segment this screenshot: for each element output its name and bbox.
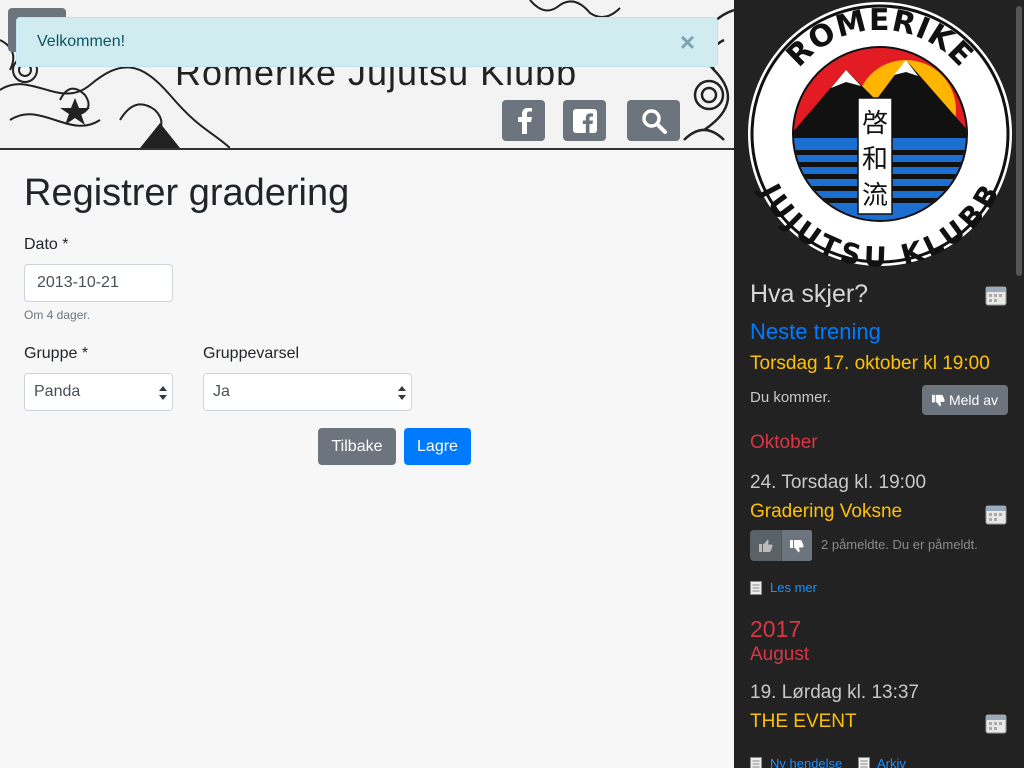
facebook-group-button[interactable] [563,100,606,141]
next-training-time: Torsdag 17. oktober kl 19:00 [750,353,990,374]
archive-link[interactable]: Arkiv [877,756,906,768]
month-heading-august: August [750,644,810,665]
thumbs-down-icon [790,539,804,552]
read-more-link[interactable]: Les mer [770,580,817,595]
date-label: Dato * [24,236,69,253]
date-help-text: Om 4 dager. [24,308,91,322]
search-button[interactable] [627,100,680,141]
facebook-button[interactable] [502,100,545,141]
attending-status: Du kommer. [750,389,831,406]
welcome-alert: Velkommen! × [16,17,718,67]
notify-selected-value: Ja [213,383,230,400]
group-select[interactable]: Panda [24,373,173,411]
document-icon [858,757,870,768]
calendar-icon[interactable] [985,284,1007,306]
date-value: 2013-10-21 [37,274,119,291]
select-arrows-icon [159,386,167,400]
club-logo: 啓 和 流 ROMERIKE JUJUTSU KLUBB [748,2,1012,268]
event-title[interactable]: THE EVENT [750,711,857,733]
new-event-link[interactable]: Ny hendelse [770,756,842,768]
document-icon [750,757,762,768]
sidebar-scrollbar[interactable] [1016,6,1022,276]
event-date: 24. Torsdag kl. 19:00 [750,472,927,493]
attendance-button-group [750,530,813,561]
attend-button[interactable] [750,530,781,561]
year-heading: 2017 [750,616,802,642]
alert-message: Velkommen! [37,33,126,50]
notify-select[interactable]: Ja [203,373,412,411]
group-label: Gruppe * [24,345,89,362]
facebook-square-icon [572,108,597,133]
thumbs-down-icon [931,394,945,406]
logo-kanji-3: 流 [862,181,888,211]
save-button[interactable]: Lagre [404,428,471,465]
notify-label: Gruppevarsel [203,345,300,362]
calendar-icon[interactable] [985,503,1007,525]
calendar-icon[interactable] [985,712,1007,734]
event-date: 19. Lørdag kl. 13:37 [750,682,919,703]
main-content: Registrer gradering Dato * 2013-10-21 Om… [0,150,734,768]
unregister-label: Meld av [948,392,999,408]
logo-kanji-1: 啓 [862,109,888,139]
page-title: Registrer gradering [24,172,350,214]
decline-button[interactable] [781,530,812,561]
month-heading-october: Oktober [750,432,818,453]
select-arrows-icon [398,386,406,400]
sidebar: 啓 和 流 ROMERIKE JUJUTSU KLUBB Hva skjer? … [734,0,1024,768]
unregister-button[interactable]: Meld av [922,385,1008,415]
group-selected-value: Panda [34,383,81,400]
event-title[interactable]: Gradering Voksne [750,501,902,523]
logo-kanji-2: 和 [862,145,888,175]
back-button[interactable]: Tilbake [318,428,396,465]
next-training-label[interactable]: Neste trening [750,319,881,345]
thumbs-up-icon [758,539,773,552]
document-icon [750,581,762,595]
sidebar-heading: Hva skjer? [750,280,869,308]
search-icon [641,108,667,134]
close-icon[interactable]: × [680,29,695,55]
date-field[interactable]: 2013-10-21 [24,264,173,302]
attendance-count: 2 påmeldte. Du er påmeldt. [821,537,978,552]
facebook-icon [517,107,532,134]
